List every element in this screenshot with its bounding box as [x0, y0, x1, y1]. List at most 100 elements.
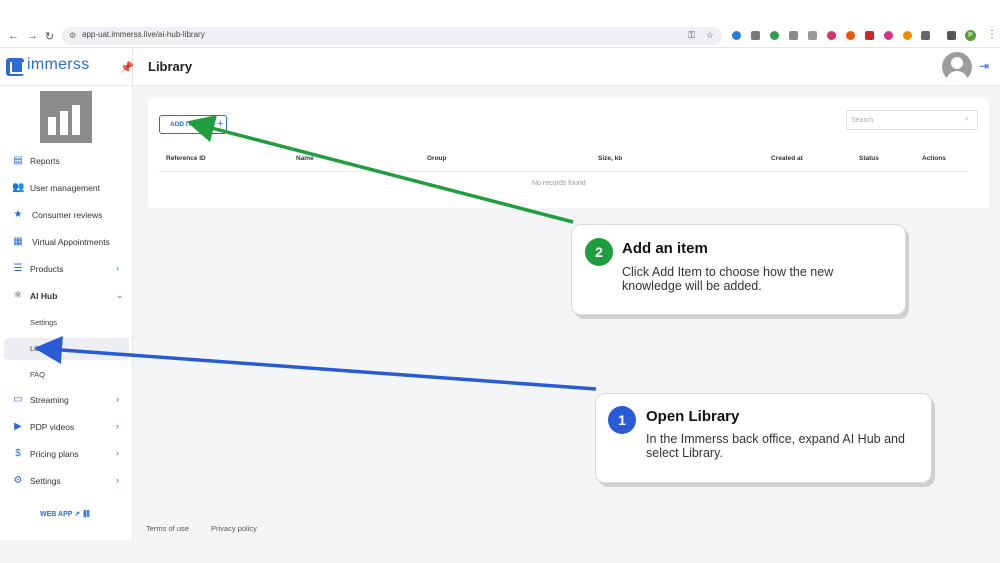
extensions-puzzle-icon[interactable] [921, 31, 930, 40]
page-title: Library [148, 59, 193, 74]
add-item-button[interactable]: ADD ITEM + [159, 115, 227, 134]
extension-icon[interactable] [846, 31, 855, 40]
users-icon: 👥 [12, 182, 25, 193]
pin-icon[interactable]: 📌 [120, 61, 134, 74]
sidebar-item-label: Virtual Appointments [32, 237, 110, 247]
url-text: app-uat.immerss.live/ai-hub-library [82, 30, 205, 39]
extension-icon[interactable] [770, 31, 779, 40]
page-header: Library ⇥ [133, 48, 1000, 86]
camera-extension-icon[interactable] [808, 31, 817, 40]
callout-text: In the Immerss back office, expand AI Hu… [646, 432, 905, 460]
address-bar[interactable]: ⚙ app-uat.immerss.live/ai-hub-library ⚿ … [62, 27, 722, 45]
sidebar-item-label: User management [30, 183, 100, 193]
sidebar-item-products[interactable]: ☰ Products › [0, 258, 133, 280]
search-icon: ⌕ [965, 116, 969, 123]
site-info-icon[interactable]: ⚙ [69, 31, 76, 40]
step-badge: 2 [585, 238, 613, 266]
reports-icon: ▤ [13, 155, 23, 166]
terms-of-use-link[interactable]: Terms of use [146, 524, 189, 533]
sidebar-item-pricing-plans[interactable]: $ Pricing plans › [0, 443, 133, 465]
sidebar-subitem-library[interactable]: Library [4, 338, 129, 360]
table-divider [159, 171, 967, 172]
gear-icon: ⚙ [13, 475, 23, 486]
sidebar-item-user-management[interactable]: 👥 User management [0, 177, 133, 199]
extension-icon[interactable] [903, 31, 912, 40]
avatar[interactable] [942, 52, 972, 82]
sidebar-item-label: Settings [30, 318, 58, 327]
web-app-link[interactable]: WEB APP ↗ ⛓ [40, 510, 91, 518]
chevron-right-icon: › [116, 394, 119, 404]
column-header-reference-id[interactable]: Reference ID [166, 155, 206, 162]
sidebar-item-label: FAQ [30, 370, 46, 379]
star-icon: ★ [13, 209, 23, 220]
sidebar-item-label: AI Hub [30, 291, 58, 301]
profile-avatar[interactable]: P [965, 30, 976, 41]
company-logo [40, 91, 92, 143]
video-icon: ▶ [14, 421, 22, 432]
back-icon[interactable]: ← [8, 30, 19, 42]
callout-text: Click Add Item to choose how the new kno… [622, 265, 834, 293]
tab-search-icon[interactable] [947, 31, 956, 40]
callout-step-2: 2 Add an item Click Add Item to choose h… [571, 224, 906, 315]
extension-icon[interactable] [751, 31, 760, 40]
sidebar-item-label: Products [30, 264, 64, 274]
search-input[interactable]: Search ⌕ [846, 110, 978, 130]
immerss-logo-icon [6, 58, 24, 76]
extension-icon[interactable] [789, 31, 798, 40]
sidebar-item-ai-hub[interactable]: ⚛ AI Hub ⌄ [0, 285, 133, 307]
sidebar-item-pdp-videos[interactable]: ▶ PDP videos › [0, 416, 133, 438]
sidebar-item-reports[interactable]: ▤ Reports [0, 150, 133, 172]
sidebar-item-label: Library [30, 344, 53, 353]
callout-title: Add an item [622, 240, 708, 257]
plus-icon: + [217, 118, 224, 130]
sidebar-item-label: Settings [30, 476, 61, 486]
sidebar-subitem-faq[interactable]: FAQ [0, 364, 133, 386]
callout-step-1: 1 Open Library In the Immerss back offic… [595, 393, 932, 483]
column-header-name[interactable]: Name [296, 155, 314, 162]
sidebar-subitem-settings[interactable]: Settings [0, 312, 133, 334]
column-header-size[interactable]: Size, kb [598, 155, 622, 162]
browser-menu-icon[interactable]: ⋮ [987, 29, 997, 40]
bookmark-star-icon[interactable]: ☆ [706, 30, 714, 41]
sidebar-item-consumer-reviews[interactable]: ★ Consumer reviews [0, 204, 133, 226]
brand-name: immerss [27, 56, 90, 73]
column-header-group[interactable]: Group [427, 155, 447, 162]
sidebar: immerss 📌 ▤ Reports 👥 User management ★ … [0, 48, 134, 540]
extension-icon[interactable] [884, 31, 893, 40]
chevron-down-icon: ⌄ [116, 290, 124, 300]
key-icon[interactable]: ⚿ [688, 30, 695, 41]
extension-icon[interactable] [732, 31, 741, 40]
add-item-label: ADD ITEM [170, 121, 202, 128]
chevron-right-icon: › [116, 448, 119, 458]
chevron-right-icon: › [116, 421, 119, 431]
reload-icon[interactable]: ↻ [45, 30, 54, 43]
empty-state-text: No records found [532, 180, 586, 187]
logout-icon[interactable]: ⇥ [979, 59, 989, 73]
list-icon: ☰ [13, 263, 23, 274]
sidebar-item-label: Streaming [30, 395, 69, 405]
external-link-icon: ↗ ⛓ [74, 511, 91, 518]
calendar-icon: ▦ [13, 236, 23, 247]
column-header-status[interactable]: Status [859, 155, 879, 162]
library-card: ADD ITEM + Search ⌕ Reference ID Name Gr… [148, 98, 989, 208]
column-header-created-at[interactable]: Created at [771, 155, 803, 162]
step-badge: 1 [608, 406, 636, 434]
monitor-icon: ▭ [13, 394, 23, 405]
privacy-policy-link[interactable]: Privacy policy [211, 524, 257, 533]
brand-row: immerss 📌 [0, 48, 134, 86]
sidebar-item-label: PDP videos [30, 422, 75, 432]
search-placeholder: Search [851, 117, 874, 124]
sidebar-item-label: Reports [30, 156, 60, 166]
web-app-label: WEB APP [40, 511, 73, 518]
sidebar-item-settings[interactable]: ⚙ Settings › [0, 470, 133, 492]
sidebar-item-label: Pricing plans [30, 449, 79, 459]
extension-icon[interactable] [865, 31, 874, 40]
sidebar-item-virtual-appointments[interactable]: ▦ Virtual Appointments [0, 231, 133, 253]
sidebar-item-streaming[interactable]: ▭ Streaming › [0, 389, 133, 411]
sidebar-item-label: Consumer reviews [32, 210, 103, 220]
extension-icon[interactable] [827, 31, 836, 40]
chevron-right-icon: › [116, 263, 119, 273]
forward-icon[interactable]: → [27, 30, 38, 42]
chevron-right-icon: › [116, 475, 119, 485]
ai-hub-icon: ⚛ [13, 290, 23, 301]
